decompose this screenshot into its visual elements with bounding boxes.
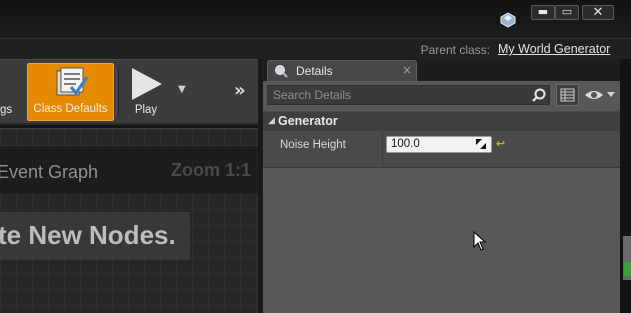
noise-height-field[interactable]: 100.0 [386, 136, 492, 153]
play-options-dropdown[interactable]: ▼ [178, 84, 192, 98]
maximize-button[interactable]: ▭ [555, 5, 579, 20]
details-tab-label: Details [296, 64, 333, 78]
play-icon [132, 68, 162, 100]
class-defaults-label: Class Defaults [33, 103, 108, 115]
property-name: Noise Height [280, 139, 346, 151]
right-edge-indicator [624, 262, 631, 276]
details-panel: Details × Search Details ◢ Generator Noi… [263, 59, 620, 313]
class-defaults-icon [56, 67, 88, 96]
tab-details[interactable]: Details × [267, 60, 417, 81]
mouse-cursor-icon [473, 231, 487, 251]
zoom-level: Zoom 1:1 [171, 160, 252, 180]
editor-window: ▬ ▭ ✕ Parent class: My World Generator g… [0, 0, 631, 313]
reset-to-default-icon[interactable]: ↩ [496, 137, 505, 150]
title-bar: ▬ ▭ ✕ [0, 0, 631, 38]
parent-class-label: Parent class: [420, 43, 490, 57]
property-divider[interactable] [382, 131, 383, 168]
details-magnifier-icon [275, 65, 288, 78]
parent-class-link[interactable]: My World Generator [498, 42, 610, 56]
toolbar-overflow-button[interactable]: » [234, 80, 254, 102]
noise-height-value: 100.0 [391, 138, 420, 150]
category-label: Generator [278, 114, 338, 128]
class-settings-button[interactable]: gs [0, 63, 22, 121]
unreal-engine-icon [500, 12, 516, 28]
drag-handle-icon[interactable] [476, 139, 486, 149]
parent-class-bar: Parent class: My World Generator [0, 38, 631, 59]
blueprint-toolbar: gs Class Defaults Play ▼ » [0, 59, 258, 125]
play-button[interactable]: Play [120, 63, 172, 121]
graph-title: Event Graph [0, 162, 99, 182]
graph-hint-text: te New Nodes. [0, 220, 176, 250]
search-icon[interactable] [531, 87, 547, 103]
search-box [267, 85, 550, 105]
collapse-arrow-icon[interactable]: ◢ [268, 116, 275, 126]
details-body: ◢ Generator Noise Height 100.0 ↩ [263, 81, 620, 313]
list-view-icon [560, 88, 575, 102]
close-window-button[interactable]: ✕ [582, 5, 614, 20]
view-options-button[interactable] [583, 86, 617, 104]
toolbar-divider [118, 68, 119, 116]
minimize-button[interactable]: ▬ [531, 5, 555, 20]
class-settings-label: gs [0, 104, 13, 116]
property-matrix-button[interactable] [556, 84, 579, 106]
close-tab-icon[interactable]: × [402, 63, 412, 77]
category-generator[interactable]: ◢ Generator [263, 111, 620, 131]
play-label: Play [134, 104, 158, 116]
search-details-input[interactable] [268, 86, 528, 104]
class-defaults-button[interactable]: Class Defaults [27, 63, 114, 121]
property-row-noise-height: Noise Height 100.0 ↩ [263, 131, 620, 168]
eye-icon [585, 91, 615, 99]
details-tab-bar: Details × [263, 59, 620, 81]
toolbar-divider [116, 68, 117, 116]
